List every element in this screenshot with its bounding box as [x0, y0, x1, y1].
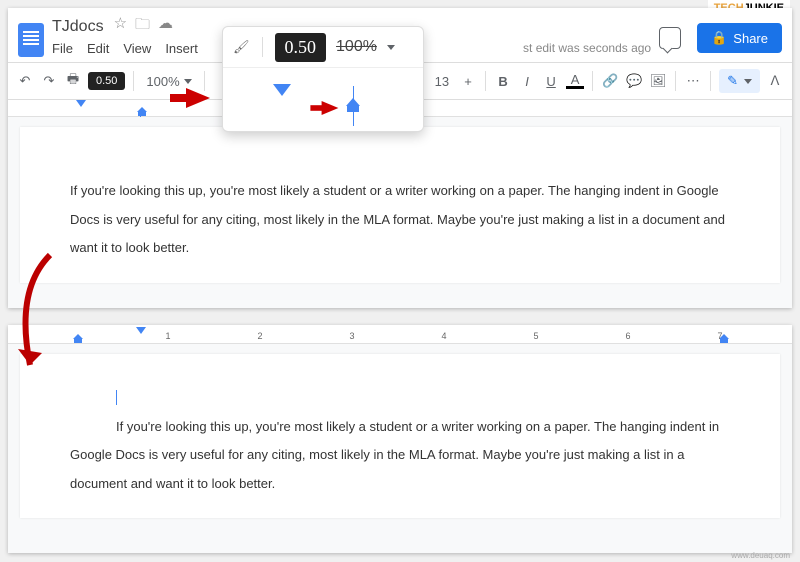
left-indent-marker[interactable] — [74, 339, 82, 343]
link-icon[interactable]: 🔗 — [601, 73, 619, 89]
instruction-arrow-icon — [322, 101, 339, 115]
move-icon[interactable]: 🗀 — [135, 14, 150, 39]
font-size-select[interactable]: 13 — [431, 74, 453, 89]
star-icon[interactable]: ☆ — [114, 14, 127, 39]
menu-file[interactable]: File — [52, 41, 73, 56]
undo-icon[interactable]: ↶ — [16, 73, 34, 89]
ruler-zoom-popup: 🖌 0.50 100% — [222, 26, 424, 132]
ruler-number: 1 — [165, 331, 170, 341]
body-text: If you're looking this up, you're most l… — [70, 413, 730, 499]
document-page-result[interactable]: If you're looking this up, you're most l… — [20, 354, 780, 518]
indent-value-tag: 0.50 — [88, 72, 125, 90]
font-size-up-icon[interactable]: + — [459, 74, 477, 89]
more-icon[interactable]: ⋯ — [684, 73, 702, 89]
expand-icon[interactable]: ᐱ — [766, 73, 784, 89]
bottom-panel: 1 2 3 4 5 6 7 If you're looking this up,… — [8, 325, 792, 553]
ruler-number: 7 — [717, 331, 722, 341]
chevron-down-icon — [744, 79, 752, 84]
menu-view[interactable]: View — [123, 41, 151, 56]
zoom-select[interactable]: 100% — [142, 74, 195, 89]
chevron-down-icon — [387, 45, 395, 50]
instruction-curve-arrow-icon — [10, 250, 70, 390]
text-cursor — [116, 390, 117, 405]
left-indent-marker[interactable] — [347, 106, 359, 112]
first-line-indent-marker[interactable] — [76, 100, 86, 107]
ruler-number: 3 — [349, 331, 354, 341]
lock-icon: 🔒 — [711, 30, 727, 46]
ruler-number: 6 — [625, 331, 630, 341]
indent-value-large: 0.50 — [275, 33, 327, 62]
underline-button[interactable]: U — [542, 74, 560, 89]
image-icon[interactable]: 🖼 — [649, 73, 667, 89]
first-line-indent-marker[interactable] — [273, 84, 291, 96]
editing-mode-button[interactable]: ✎ — [719, 69, 760, 93]
document-page[interactable]: If you're looking this up, you're most l… — [20, 127, 780, 283]
add-comment-icon[interactable]: 💬 — [625, 73, 643, 89]
document-title[interactable]: TJdocs — [52, 18, 104, 36]
cloud-status-icon: ☁ — [158, 14, 173, 39]
ruler-number: 5 — [533, 331, 538, 341]
redo-icon[interactable]: ↷ — [40, 73, 58, 89]
ruler-number: 2 — [257, 331, 262, 341]
source-watermark: www.deuaq.com — [731, 551, 790, 560]
text-color-button[interactable]: A — [566, 73, 584, 89]
share-button[interactable]: 🔒 Share — [697, 23, 782, 53]
ruler-number: 4 — [441, 331, 446, 341]
pencil-icon: ✎ — [727, 73, 738, 89]
menu-edit[interactable]: Edit — [87, 41, 109, 56]
bold-button[interactable]: B — [494, 74, 512, 89]
first-line-indent-marker[interactable] — [136, 327, 146, 334]
docs-logo-icon[interactable] — [18, 23, 44, 57]
paint-format-icon[interactable]: 🖌 — [233, 39, 250, 55]
edit-status: st edit was seconds ago — [523, 41, 651, 56]
comment-icon[interactable] — [659, 27, 681, 49]
instruction-arrow-icon — [186, 88, 210, 108]
menu-insert[interactable]: Insert — [165, 41, 198, 56]
zoom-label: 100% — [336, 38, 377, 56]
chevron-down-icon — [184, 79, 192, 84]
italic-button[interactable]: I — [518, 74, 536, 89]
print-icon[interactable]: 🖶 — [64, 70, 82, 92]
ruler-bottom[interactable]: 1 2 3 4 5 6 7 — [8, 325, 792, 344]
body-text: If you're looking this up, you're most l… — [70, 183, 725, 255]
